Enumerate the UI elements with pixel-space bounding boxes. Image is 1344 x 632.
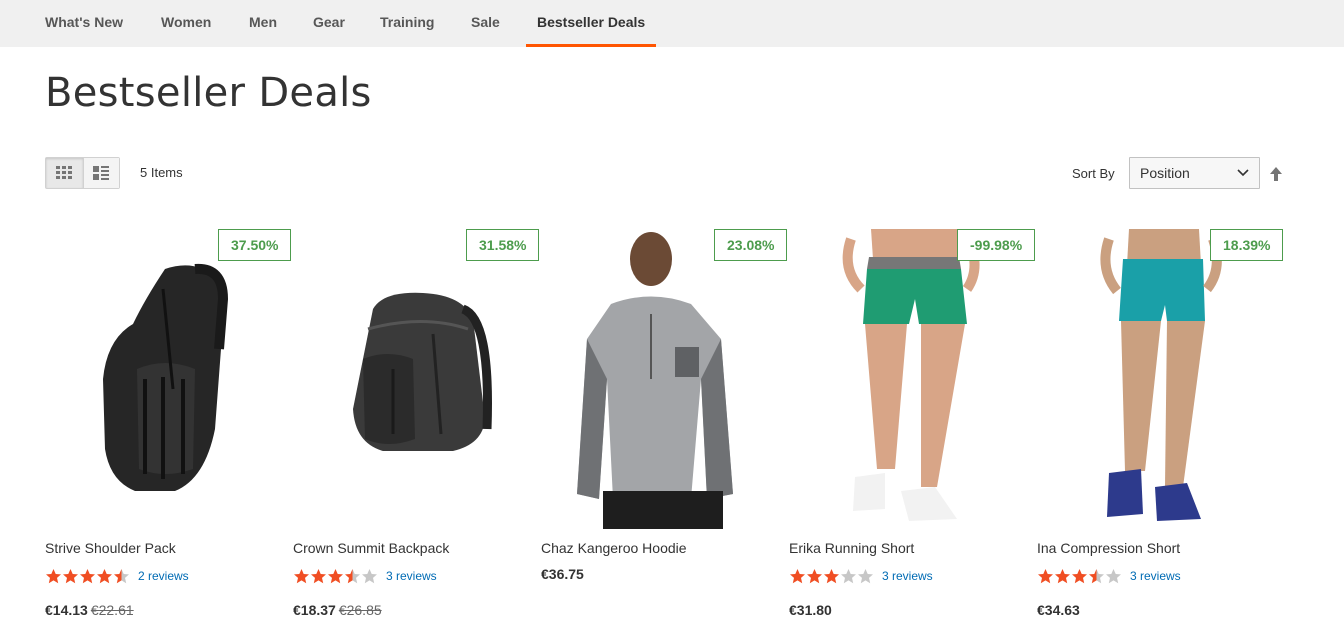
star-icon [97, 568, 112, 583]
nav-item-training[interactable]: Training [380, 0, 434, 47]
top-navigation: What's New Women Men Gear Training Sale … [0, 0, 1344, 47]
rating-stars[interactable] [789, 568, 874, 585]
nav-item-women[interactable]: Women [161, 0, 211, 47]
old-price: €22.61 [90, 602, 134, 618]
reviews-link[interactable]: 3 reviews [882, 569, 933, 583]
nav-item-sale[interactable]: Sale [471, 0, 500, 47]
star-icon [1038, 568, 1053, 583]
nav-item-gear[interactable]: Gear [313, 0, 345, 47]
product-name[interactable]: Strive Shoulder Pack [45, 540, 176, 556]
view-mode-switcher [45, 157, 120, 189]
product-item: 18.39% Ina Compression Short 3 reviews €… [1037, 229, 1285, 629]
price-box: €18.37 €26.85 [293, 602, 382, 618]
star-icon [63, 568, 78, 583]
discount-badge: 23.08% [714, 229, 788, 261]
list-icon [93, 166, 110, 180]
final-price: €31.80 [789, 602, 832, 618]
final-price: €34.63 [1037, 602, 1080, 618]
sort-by-value: Position [1140, 165, 1190, 181]
items-count: 5 Items [140, 165, 183, 180]
star-icon [1106, 568, 1121, 583]
star-icon [362, 568, 377, 583]
star-icon [46, 568, 61, 583]
product-image[interactable] [1037, 229, 1285, 529]
star-icon [1055, 568, 1070, 583]
rating-stars[interactable] [45, 568, 130, 585]
sort-by-label: Sort By [1072, 166, 1115, 181]
star-icon [790, 568, 805, 583]
special-price: €14.13 [45, 602, 88, 618]
rating-summary: 3 reviews [789, 567, 933, 585]
list-view-button[interactable] [82, 158, 119, 188]
discount-badge: 18.39% [1210, 229, 1284, 261]
rating-stars[interactable] [293, 568, 378, 585]
discount-badge: -99.98% [957, 229, 1036, 261]
rating-summary: 2 reviews [45, 567, 189, 585]
product-name[interactable]: Ina Compression Short [1037, 540, 1180, 556]
product-name[interactable]: Crown Summit Backpack [293, 540, 449, 556]
reviews-link[interactable]: 3 reviews [1130, 569, 1181, 583]
star-icon [311, 568, 326, 583]
star-icon [328, 568, 343, 583]
product-image[interactable] [789, 229, 1037, 529]
star-icon [841, 568, 856, 583]
discount-badge: 37.50% [218, 229, 292, 261]
price-box: €36.75 [541, 566, 584, 582]
sort-direction-button[interactable] [1269, 166, 1283, 187]
reviews-link[interactable]: 3 reviews [386, 569, 437, 583]
final-price: €36.75 [541, 566, 584, 582]
star-icon [858, 568, 873, 583]
special-price: €18.37 [293, 602, 336, 618]
price-box: €14.13 €22.61 [45, 602, 134, 618]
star-icon [345, 568, 360, 583]
chevron-down-icon [1237, 169, 1249, 177]
rating-summary: 3 reviews [1037, 567, 1181, 585]
grid-icon [56, 166, 73, 179]
nav-item-bestseller-deals[interactable]: Bestseller Deals [526, 0, 657, 47]
product-name[interactable]: Chaz Kangeroo Hoodie [541, 540, 687, 556]
product-image[interactable] [45, 229, 293, 529]
product-image[interactable] [293, 229, 541, 529]
star-icon [294, 568, 309, 583]
rating-stars[interactable] [1037, 568, 1122, 585]
star-icon [114, 568, 129, 583]
star-icon [80, 568, 95, 583]
old-price: €26.85 [338, 602, 382, 618]
product-name[interactable]: Erika Running Short [789, 540, 914, 556]
star-icon [1072, 568, 1087, 583]
star-icon [824, 568, 839, 583]
grid-view-button[interactable] [46, 158, 83, 188]
discount-badge: 31.58% [466, 229, 540, 261]
product-image[interactable] [541, 229, 789, 529]
nav-item-men[interactable]: Men [249, 0, 277, 47]
product-item: -99.98% Erika Running Short 3 reviews €3… [789, 229, 1037, 629]
page-title: Bestseller Deals [45, 70, 372, 116]
price-box: €34.63 [1037, 602, 1080, 618]
reviews-link[interactable]: 2 reviews [138, 569, 189, 583]
sort-by-select[interactable]: Position [1129, 157, 1260, 189]
price-box: €31.80 [789, 602, 832, 618]
arrow-up-icon [1270, 167, 1282, 181]
product-item: 31.58% Crown Summit Backpack 3 reviews €… [293, 229, 541, 629]
product-item: 37.50% Strive Shoulder Pack 2 reviews €1… [45, 229, 293, 629]
star-icon [807, 568, 822, 583]
product-item: 23.08% Chaz Kangeroo Hoodie €36.75 [541, 229, 789, 629]
rating-summary: 3 reviews [293, 567, 437, 585]
nav-item-whats-new[interactable]: What's New [45, 0, 123, 47]
star-icon [1089, 568, 1104, 583]
